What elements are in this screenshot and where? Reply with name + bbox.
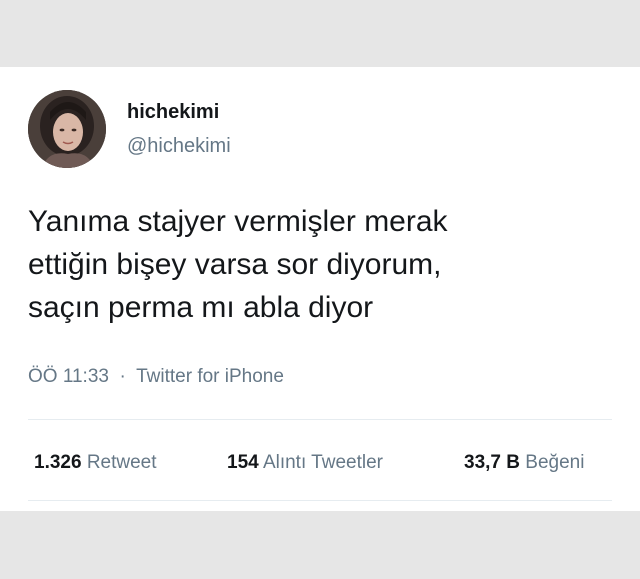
tweet-meta: ÖÖ 11:33 · Twitter for iPhone [28, 366, 284, 388]
avatar[interactable] [28, 90, 106, 168]
retweet-count: 1.326 [34, 452, 82, 473]
user-profile-photo [28, 90, 106, 168]
tweet-time[interactable]: ÖÖ 11:33 [28, 366, 109, 387]
like-stat[interactable]: 33,7 B Beğeni [464, 452, 584, 474]
like-label: Beğeni [525, 452, 585, 473]
user-handle[interactable]: @hichekimi [127, 135, 231, 158]
display-name[interactable]: hichekimi [127, 101, 219, 124]
tweet-source[interactable]: Twitter for iPhone [136, 366, 284, 387]
quote-count: 154 [227, 452, 259, 473]
quote-label: Alıntı Tweetler [262, 452, 383, 473]
tweet-text: Yanıma stajyer vermişler merak ettiğin b… [28, 205, 448, 324]
like-count: 33,7 B [464, 452, 520, 473]
tweet-card: hichekimi @hichekimi Yanıma stajyer verm… [0, 67, 640, 511]
retweet-label: Retweet [86, 452, 157, 473]
divider [28, 419, 612, 420]
divider [28, 500, 612, 501]
quote-stat[interactable]: 154 Alıntı Tweetler [227, 452, 383, 474]
retweet-stat[interactable]: 1.326 Retweet [34, 452, 157, 474]
